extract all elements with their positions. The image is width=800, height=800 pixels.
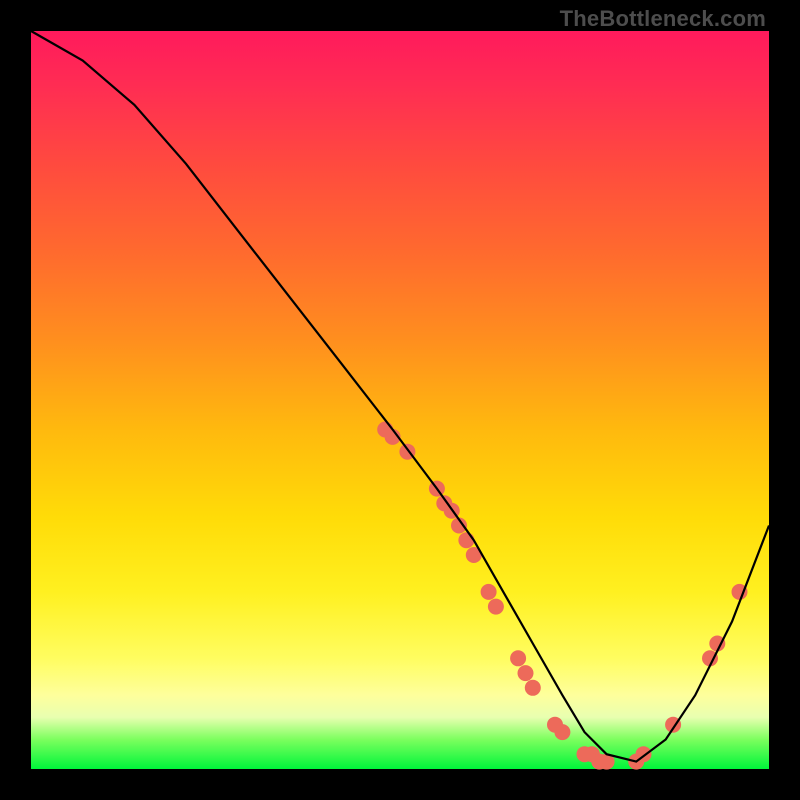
chart-svg [31,31,769,769]
marker-dot [481,584,497,600]
plot-area [31,31,769,769]
markers-layer [377,422,747,770]
marker-dot [510,650,526,666]
watermark-text: TheBottleneck.com [560,6,766,32]
marker-dot [458,532,474,548]
marker-dot [554,724,570,740]
marker-dot [488,599,504,615]
marker-dot [525,680,541,696]
stage: TheBottleneck.com [0,0,800,800]
curve-line [31,31,769,762]
marker-dot [518,665,534,681]
